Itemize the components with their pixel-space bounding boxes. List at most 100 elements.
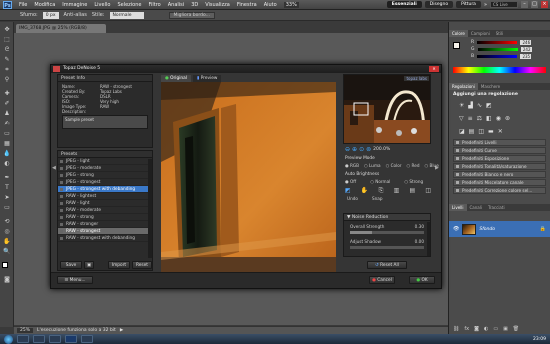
- ok-button[interactable]: ● OK: [409, 276, 435, 284]
- healing-tool-icon[interactable]: ✚: [3, 90, 11, 98]
- menu-finestra[interactable]: Finestra: [237, 2, 257, 8]
- pen-tool-icon[interactable]: ✒: [3, 174, 11, 182]
- eraser-tool-icon[interactable]: ▭: [3, 130, 11, 138]
- photo-filter-icon[interactable]: ◉: [496, 115, 501, 122]
- preset-item[interactable]: JPEG - light: [58, 158, 148, 165]
- menu-visualizza[interactable]: Visualizza: [205, 2, 230, 8]
- menu-selezione[interactable]: Selezione: [117, 2, 141, 8]
- document-tab[interactable]: IMG_3768.JPG @ 25% (RGB/8): [16, 24, 106, 33]
- preset-item[interactable]: RAW - strongest with debanding: [58, 235, 148, 242]
- taskbar-photoshop-icon[interactable]: [65, 335, 77, 343]
- path-select-icon[interactable]: ➤: [3, 194, 11, 202]
- preset-item[interactable]: JPEG - strongest: [58, 179, 148, 186]
- menu-analisi[interactable]: Analisi: [168, 2, 184, 8]
- tab-colore[interactable]: Colore: [449, 30, 468, 37]
- move-tool-icon[interactable]: ✥: [3, 26, 11, 34]
- 3d-orbit-icon[interactable]: ◎: [3, 228, 11, 236]
- cancel-button[interactable]: ● Cancel: [369, 276, 395, 284]
- preset-row[interactable]: Predefiniti Curve: [453, 147, 546, 154]
- zoom-tool-icon[interactable]: 🔍: [3, 248, 11, 256]
- menu-immagine[interactable]: Immagine: [62, 2, 87, 8]
- exposure-icon[interactable]: ◩: [486, 102, 492, 109]
- color-balance-icon[interactable]: ⚖: [477, 115, 482, 122]
- adjust-shadow-value[interactable]: 0.00: [415, 239, 424, 244]
- r-slider[interactable]: R 246: [449, 39, 550, 46]
- dodge-tool-icon[interactable]: ◐: [3, 160, 11, 168]
- workspace-pittura[interactable]: Pittura: [456, 1, 481, 8]
- gradient-tool-icon[interactable]: ▦: [3, 140, 11, 148]
- compare-icon[interactable]: ▥: [394, 187, 400, 195]
- stile-select[interactable]: Normale: [109, 11, 144, 19]
- preset-item-selected[interactable]: JPEG - strongest with debanding: [58, 186, 148, 193]
- tab-original[interactable]: ● Original: [161, 74, 191, 82]
- mode-blue-radio[interactable]: ○ Blue: [425, 163, 439, 168]
- undo-tool-icon[interactable]: ◩: [345, 187, 351, 195]
- tab-canali[interactable]: Canali: [467, 204, 485, 211]
- adjustment-layer-icon[interactable]: ◐: [484, 326, 488, 332]
- preset-delete-icon[interactable]: ▣: [84, 261, 94, 269]
- tab-preview[interactable]: ▮ Preview: [192, 74, 222, 82]
- menu-filtro[interactable]: Filtro: [148, 2, 160, 8]
- curves-icon[interactable]: ∿: [477, 102, 482, 109]
- workspace-disegno[interactable]: Disegno: [424, 1, 454, 8]
- hue-sat-icon[interactable]: ≡: [468, 115, 473, 122]
- brightness-icon[interactable]: ☀: [459, 102, 464, 109]
- layer-name[interactable]: Sfondo: [479, 227, 495, 232]
- vibrance-icon[interactable]: ▽: [459, 115, 464, 122]
- levels-icon[interactable]: ▟: [468, 102, 473, 109]
- new-layer-icon[interactable]: ▣: [503, 326, 508, 332]
- mask-icon[interactable]: ◙: [474, 326, 479, 332]
- tab-livelli[interactable]: Livelli: [449, 204, 467, 211]
- tab-maschere[interactable]: Maschere: [478, 83, 503, 90]
- threshold-icon[interactable]: ◫: [478, 128, 484, 135]
- mode-rgb-radio[interactable]: ● RGB: [345, 163, 359, 168]
- link-icon[interactable]: ⛓: [453, 326, 459, 332]
- history-icon[interactable]: ▤: [409, 187, 415, 195]
- migliora-bordo-button[interactable]: Migliora bordo...: [168, 11, 215, 19]
- menu-3d[interactable]: 3D: [191, 2, 198, 8]
- preset-item[interactable]: RAW - stronger: [58, 221, 148, 228]
- preset-item[interactable]: RAW - light: [58, 200, 148, 207]
- b-value[interactable]: 235: [520, 54, 532, 59]
- taskbar-app-icon[interactable]: [81, 335, 93, 343]
- g-slider[interactable]: G 242: [449, 46, 550, 53]
- menu-button[interactable]: ☰ Menu...: [57, 276, 93, 284]
- hand-tool-icon[interactable]: ✋: [3, 238, 11, 246]
- zoom-in-icon[interactable]: ⊕: [352, 146, 357, 153]
- snap-tool-icon[interactable]: ⎘: [379, 187, 384, 195]
- trash-icon[interactable]: 🗑: [513, 326, 519, 332]
- menu-aiuto[interactable]: Aiuto: [264, 2, 277, 8]
- taskbar-explorer-icon[interactable]: [17, 335, 29, 343]
- eye-icon[interactable]: 👁: [453, 226, 459, 232]
- preset-row[interactable]: Predefiniti Miscelatore canale: [453, 179, 546, 186]
- zoom-level-indicator[interactable]: 33%: [283, 1, 299, 8]
- posterize-icon[interactable]: ▤: [469, 128, 475, 135]
- preset-import-button[interactable]: Import: [108, 261, 130, 269]
- taskbar-browser-icon[interactable]: [33, 335, 45, 343]
- zoom-out-icon[interactable]: ⊖: [345, 146, 350, 153]
- preset-row[interactable]: Predefiniti Esposizione: [453, 155, 546, 162]
- start-button[interactable]: [4, 334, 13, 344]
- shape-tool-icon[interactable]: ▭: [3, 204, 11, 212]
- marquee-tool-icon[interactable]: ⬚: [3, 36, 11, 44]
- gradient-map-icon[interactable]: ▬: [488, 128, 494, 135]
- preset-item[interactable]: RAW - lightest: [58, 193, 148, 200]
- collapse-left-icon[interactable]: ◀: [52, 165, 56, 171]
- hand-icon[interactable]: ✋: [361, 187, 368, 195]
- invert-icon[interactable]: ◪: [459, 128, 465, 135]
- group-icon[interactable]: ▭: [493, 326, 498, 332]
- status-arrow-icon[interactable]: ▶: [120, 328, 123, 333]
- workspace-essenziali[interactable]: Essenziali: [386, 1, 422, 8]
- type-tool-icon[interactable]: T: [3, 184, 11, 192]
- preset-item[interactable]: JPEG - moderate: [58, 165, 148, 172]
- sfumo-input[interactable]: 0 px: [42, 11, 59, 19]
- minimize-icon[interactable]: –: [521, 1, 528, 8]
- menu-file[interactable]: File: [19, 2, 27, 8]
- preset-save-button[interactable]: Save: [60, 261, 82, 269]
- r-value[interactable]: 246: [520, 40, 532, 45]
- close-icon[interactable]: ×: [541, 1, 548, 8]
- presets-scrollbar[interactable]: [148, 159, 152, 258]
- antialias-checkbox[interactable]: Anti-alias: [64, 12, 87, 18]
- preset-item[interactable]: RAW - moderate: [58, 207, 148, 214]
- noise-reduction-header[interactable]: ▼ Noise Reduction: [344, 214, 430, 221]
